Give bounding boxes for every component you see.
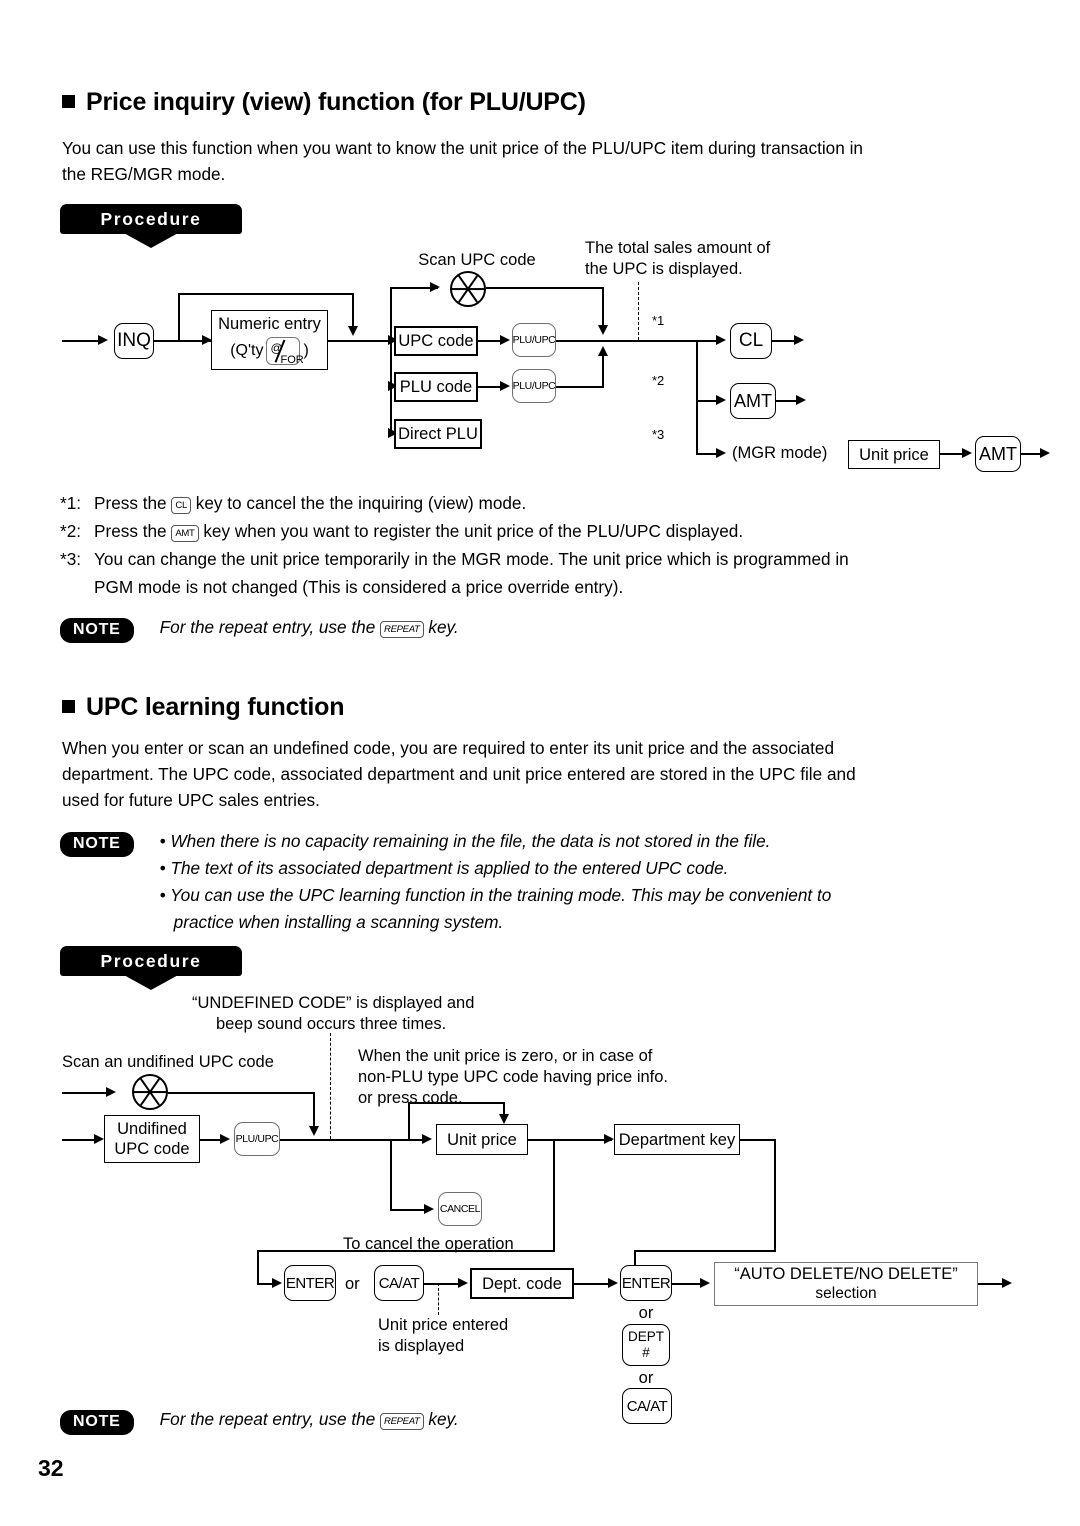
- scan2-down-arrowhead-icon: [309, 1126, 319, 1136]
- caption-when-line1: When the unit price is zero, or in case …: [358, 1047, 653, 1065]
- caption-scan-undefined: Scan an undifined UPC code: [62, 1053, 274, 1071]
- scanner-icon-2: [132, 1074, 168, 1110]
- unitprice-hook-left-vline: [408, 1102, 410, 1140]
- key-caat-2[interactable]: CA/AT: [622, 1388, 672, 1424]
- note-3-before: For the repeat entry, use the: [159, 1409, 376, 1429]
- undef-to-key-arrowhead-icon: [220, 1134, 230, 1144]
- cancel-branch-vline: [390, 1139, 392, 1211]
- key-caat-1-label: CA/AT: [378, 1274, 420, 1292]
- unitprice-to-dept-arrowhead-icon: [604, 1134, 614, 1144]
- box-unit-price-2: Unit price: [436, 1124, 528, 1155]
- box-dept-code-label: Dept. code: [482, 1274, 562, 1293]
- undef-entry-arrowhead-icon: [94, 1134, 104, 1144]
- autodelete-out-arrowhead-icon: [1002, 1278, 1012, 1288]
- caption-when-line2: non-PLU type UPC code having price info.: [358, 1068, 669, 1086]
- deptcode-to-enter2-line: [574, 1283, 612, 1285]
- cancel-branch-arrowhead-icon: [424, 1204, 434, 1214]
- scan2-entry-line: [62, 1092, 110, 1094]
- enter2-to-autodelete-arrowhead-icon: [700, 1278, 710, 1288]
- scan2-entry-arrowhead-icon: [106, 1087, 116, 1097]
- label-or-1: or: [345, 1275, 360, 1293]
- caat1-to-deptcode-arrowhead-icon: [458, 1278, 468, 1288]
- box-unit-price-2-label: Unit price: [447, 1130, 517, 1149]
- dashed-unitprice-indicator: [438, 1283, 439, 1315]
- box-dept-code: Dept. code: [470, 1268, 574, 1299]
- key-plu-upc-3[interactable]: PLU/UPC: [234, 1122, 280, 1156]
- caat1-to-deptcode-line: [424, 1283, 462, 1285]
- key-enter-1-label: ENTER: [285, 1274, 335, 1292]
- key-cancel-label: CANCEL: [439, 1203, 481, 1215]
- label-or-3: or: [638, 1369, 654, 1387]
- unitprice-hook-top-hline: [408, 1102, 505, 1104]
- deptcode-to-enter2-arrowhead-icon: [608, 1278, 618, 1288]
- key-dept-hash[interactable]: DEPT #: [622, 1324, 670, 1366]
- key-caat-2-label: CA/AT: [626, 1397, 668, 1415]
- key-plu-upc-3-label: PLU/UPC: [235, 1133, 279, 1145]
- box-undefined-upc-line2: UPC code: [114, 1140, 190, 1158]
- key-enter-2[interactable]: ENTER: [620, 1265, 672, 1301]
- scan2-out-line: [168, 1092, 315, 1094]
- dashed-display-indicator-2: [330, 1033, 331, 1139]
- deptkey-to-autodelete-hline: [634, 1250, 776, 1252]
- box-department-key: Department key: [614, 1124, 740, 1155]
- label-or-2: or: [638, 1304, 654, 1322]
- box-auto-delete-line1: “AUTO DELETE/NO DELETE”: [734, 1265, 958, 1283]
- cancel-branch-hline: [390, 1209, 428, 1211]
- caption-unitprice-entered-line2: is displayed: [378, 1337, 465, 1355]
- unitprice-down-vline: [553, 1139, 555, 1251]
- unitprice-hook-arrowhead-icon: [499, 1114, 509, 1124]
- caption-undefined-line2: beep sound occurs three times.: [216, 1015, 447, 1033]
- box-undefined-upc-line1: Undifined: [117, 1120, 187, 1138]
- inline-key-repeat-2[interactable]: REPEAT: [380, 1413, 424, 1430]
- key-dept-hash-line2: #: [642, 1345, 650, 1360]
- note-text-3: For the repeat entry, use the REPEAT key…: [160, 1406, 459, 1433]
- note-3-after: key.: [428, 1409, 459, 1429]
- enterrow-entry-arrowhead-icon: [272, 1278, 282, 1288]
- scan2-down-vline: [313, 1092, 315, 1128]
- unitprice-to-dept-line: [528, 1139, 612, 1141]
- page-number: 32: [38, 1455, 64, 1481]
- note-block-3: NOTE For the repeat entry, use the REPEA…: [60, 1409, 459, 1435]
- box-auto-delete-selection: “AUTO DELETE/NO DELETE” selection: [714, 1262, 978, 1306]
- box-undefined-upc-code: Undifined UPC code: [104, 1115, 200, 1163]
- unitprice-down-hline: [257, 1250, 555, 1252]
- key-cancel[interactable]: CANCEL: [438, 1192, 482, 1226]
- deptkey-out-hline: [740, 1139, 776, 1141]
- key-enter-2-label: ENTER: [621, 1274, 671, 1292]
- box-department-key-label: Department key: [618, 1130, 736, 1149]
- caption-when-line3: or press code.: [358, 1089, 463, 1107]
- key-dept-hash-line1: DEPT: [627, 1329, 664, 1344]
- undef-entry-line: [62, 1139, 98, 1141]
- enterrow-left-vline: [257, 1250, 259, 1284]
- caption-undefined-line1: “UNDEFINED CODE” is displayed and: [192, 994, 475, 1012]
- deptkey-down-vline: [774, 1139, 776, 1251]
- box-auto-delete-line2: selection: [815, 1285, 877, 1302]
- flowchart-upc-learning: “UNDEFINED CODE” is displayed and beep s…: [0, 0, 1080, 1526]
- key3-to-bus-line: [280, 1139, 392, 1141]
- key-caat-1[interactable]: CA/AT: [374, 1265, 424, 1301]
- note-badge-3: NOTE: [60, 1410, 134, 1435]
- key-enter-1[interactable]: ENTER: [284, 1265, 336, 1301]
- rail-to-unitprice-arrowhead-icon: [422, 1134, 432, 1144]
- caption-unitprice-entered-line1: Unit price entered: [378, 1316, 509, 1334]
